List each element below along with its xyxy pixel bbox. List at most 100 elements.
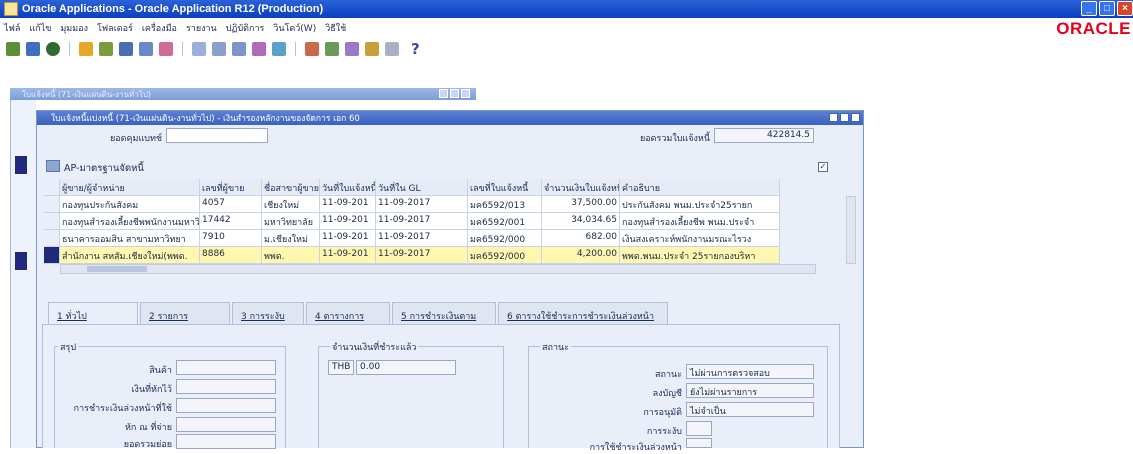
- folder-tools-icon[interactable]: [385, 42, 399, 56]
- navigator-icon[interactable]: [79, 42, 93, 56]
- open-icon[interactable]: [26, 42, 40, 56]
- cell-supplier-site[interactable]: พพด.: [262, 247, 320, 264]
- bg-close-icon[interactable]: [461, 89, 470, 98]
- menu-actions[interactable]: ปฏิบัติการ: [226, 21, 265, 35]
- table-row[interactable]: กองทุนประกันสังคม 4057 เชียงใหม่ 11-09-2…: [44, 196, 848, 213]
- paid-currency-field: THB: [328, 360, 354, 375]
- paste-icon[interactable]: [232, 42, 246, 56]
- cut-icon[interactable]: [192, 42, 206, 56]
- menu-folder[interactable]: โฟลเดอร์: [97, 21, 133, 35]
- cell-description[interactable]: พพด.พนม.ประจำ 25รายกองบริหา: [620, 247, 780, 264]
- menu-window[interactable]: วินโดว์(W): [273, 21, 316, 35]
- col-supplier-site[interactable]: ชื่อสาขาผู้ขาย: [262, 179, 320, 196]
- cell-supplier-number[interactable]: 4057: [200, 196, 262, 213]
- edit-field-icon[interactable]: [305, 42, 319, 56]
- cell-description[interactable]: เงินสงเคราะห์พนักงานมรณะไรวง: [620, 230, 780, 247]
- vertical-scrollbar[interactable]: [846, 196, 856, 264]
- cell-invoice-number[interactable]: มค6592/013: [468, 196, 542, 213]
- table-row-selected[interactable]: สำนักงาน สหสัม.เชียงใหม่(พพด. 8886 พพด. …: [44, 247, 848, 264]
- batch-control-field[interactable]: [166, 128, 268, 143]
- print-icon[interactable]: [119, 42, 133, 56]
- background-invoice-window[interactable]: ใบแจ้งหนี้ (71-เงินแผ่นดิน-งานทั่วไป): [10, 88, 476, 100]
- row-selector[interactable]: [44, 230, 60, 247]
- col-invoice-number[interactable]: เลขที่ใบแจ้งหนี้: [468, 179, 542, 196]
- tab-view-prepayment-applications[interactable]: 6 ตารางใช้ชำระการชำระเงินล่วงหน้า: [498, 302, 668, 324]
- cell-description[interactable]: กองทุนสำรองเลี้ยงชีพ พนม.ประจำ: [620, 213, 780, 230]
- table-row[interactable]: ธนาคารออมสิน สาขามหาวิทยา 7910 ม.เชียงให…: [44, 230, 848, 247]
- cell-invoice-date[interactable]: 11-09-201: [320, 230, 376, 247]
- menu-tools[interactable]: เครื่องมือ: [142, 21, 177, 35]
- scrollbar-thumb[interactable]: [87, 266, 147, 272]
- col-gl-date[interactable]: วันที่ใน GL: [376, 179, 468, 196]
- col-invoice-date[interactable]: วันที่ใบแจ้งหนี้: [320, 179, 376, 196]
- cell-invoice-number[interactable]: มค6592/000: [468, 230, 542, 247]
- menu-help[interactable]: วิธีใช้: [325, 21, 346, 35]
- zoom-icon[interactable]: [325, 42, 339, 56]
- cell-invoice-amount[interactable]: 34,034.65: [542, 213, 620, 230]
- cell-supplier[interactable]: กองทุนประกันสังคม: [60, 196, 200, 213]
- col-invoice-amount[interactable]: จำนวนเงินใบแจ้งหนี้: [542, 179, 620, 196]
- menu-file[interactable]: ไฟล์: [4, 21, 20, 35]
- cell-gl-date[interactable]: 11-09-2017: [376, 230, 468, 247]
- col-supplier[interactable]: ผู้ขาย/ผู้จำหน่าย: [60, 179, 200, 196]
- attachments-icon[interactable]: [365, 42, 379, 56]
- form-maximize-icon[interactable]: [840, 113, 849, 122]
- save-icon[interactable]: [46, 42, 60, 56]
- cell-gl-date[interactable]: 11-09-2017: [376, 247, 468, 264]
- cell-supplier[interactable]: ธนาคารออมสิน สาขามหาวิทยา: [60, 230, 200, 247]
- find-icon[interactable]: [159, 42, 173, 56]
- cell-invoice-number[interactable]: มค6592/001: [468, 213, 542, 230]
- col-supplier-number[interactable]: เลขที่ผู้ขาย: [200, 179, 262, 196]
- oracle-logo: ORACLE: [1056, 19, 1131, 38]
- switch-responsibility-icon[interactable]: [99, 42, 113, 56]
- cell-gl-date[interactable]: 11-09-2017: [376, 196, 468, 213]
- cell-supplier-number[interactable]: 8886: [200, 247, 262, 264]
- cell-invoice-amount[interactable]: 682.00: [542, 230, 620, 247]
- cell-description[interactable]: ประกันสังคม พนม.ประจำ25รายก: [620, 196, 780, 213]
- cell-supplier[interactable]: สำนักงาน สหสัม.เชียงใหม่(พพด.: [60, 247, 200, 264]
- tab-holds[interactable]: 3 การระงับ: [232, 302, 304, 324]
- bg-minimize-icon[interactable]: [439, 89, 448, 98]
- copy-icon[interactable]: [212, 42, 226, 56]
- menu-view[interactable]: มุมมอง: [60, 21, 88, 35]
- delete-icon[interactable]: [272, 42, 286, 56]
- close-button[interactable]: ×: [1117, 1, 1133, 16]
- cell-supplier-site[interactable]: ม.เชียงใหม่: [262, 230, 320, 247]
- cell-invoice-date[interactable]: 11-09-201: [320, 247, 376, 264]
- cell-invoice-date[interactable]: 11-09-201: [320, 196, 376, 213]
- row-selector[interactable]: [44, 213, 60, 230]
- cell-invoice-amount[interactable]: 37,500.00: [542, 196, 620, 213]
- tab-view-payments[interactable]: 5 การชำระเงินตามกำหนด: [392, 302, 496, 336]
- tab-general[interactable]: 1 ทั่วไป: [48, 302, 138, 324]
- cell-supplier-number[interactable]: 17442: [200, 213, 262, 230]
- menu-reports[interactable]: รายงาน: [186, 21, 217, 35]
- bg-maximize-icon[interactable]: [450, 89, 459, 98]
- tab-lines[interactable]: 2 รายการ: [140, 302, 230, 324]
- minimize-button[interactable]: _: [1081, 1, 1097, 16]
- clear-record-icon[interactable]: [252, 42, 266, 56]
- folder-checkbox[interactable]: ✓: [818, 162, 828, 172]
- table-row[interactable]: กองทุนสำรองเลี้ยงชีพพนักงานมหาวิ 17442 ม…: [44, 213, 848, 230]
- menu-edit[interactable]: แก้ไข: [29, 21, 51, 35]
- cell-invoice-number[interactable]: มค6592/000: [468, 247, 542, 264]
- cell-supplier-site[interactable]: มหาวิทยาลัย: [262, 213, 320, 230]
- tab-scheduled-payments[interactable]: 4 ตารางการชำระเงิน: [306, 302, 390, 336]
- cell-supplier[interactable]: กองทุนสำรองเลี้ยงชีพพนักงานมหาวิ: [60, 213, 200, 230]
- horizontal-scrollbar[interactable]: [60, 264, 816, 274]
- new-icon[interactable]: [6, 42, 20, 56]
- row-selector-current[interactable]: [44, 247, 60, 264]
- help-icon[interactable]: ?: [411, 40, 420, 58]
- form-minimize-icon[interactable]: [829, 113, 838, 122]
- form-close-icon[interactable]: [851, 113, 860, 122]
- maximize-button[interactable]: □: [1099, 1, 1115, 16]
- close-form-icon[interactable]: [139, 42, 153, 56]
- cell-invoice-date[interactable]: 11-09-201: [320, 213, 376, 230]
- col-description[interactable]: คำอธิบาย: [620, 179, 780, 196]
- cell-gl-date[interactable]: 11-09-2017: [376, 213, 468, 230]
- cell-supplier-number[interactable]: 7910: [200, 230, 262, 247]
- translations-icon[interactable]: [345, 42, 359, 56]
- cell-supplier-site[interactable]: เชียงใหม่: [262, 196, 320, 213]
- row-selector[interactable]: [44, 196, 60, 213]
- folder-icon[interactable]: [46, 160, 60, 172]
- cell-invoice-amount[interactable]: 4,200.00: [542, 247, 620, 264]
